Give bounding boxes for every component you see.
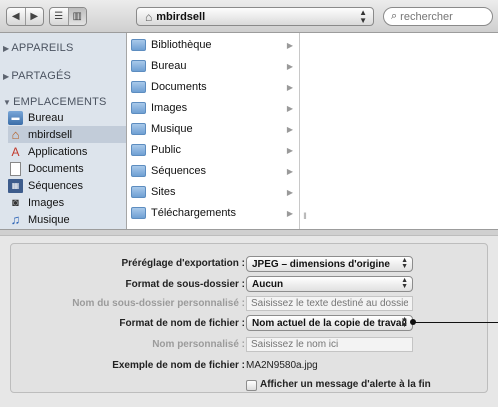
chevron-right-icon: ▶ <box>286 145 293 155</box>
column-resize-handle[interactable]: ‖ <box>300 211 310 225</box>
back-forward-control: ◀ ▶ <box>6 7 44 26</box>
alert-checkbox[interactable] <box>246 380 257 391</box>
custom-name-field[interactable] <box>246 337 413 352</box>
sidebar-item-images[interactable]: ◙ Images <box>8 194 126 211</box>
forward-arrow-icon: ▶ <box>30 11 39 22</box>
chevron-right-icon: ▶ <box>286 40 293 50</box>
folder-icon <box>131 81 146 93</box>
sidebar-item-bureau[interactable]: ▬ Bureau <box>8 109 126 126</box>
applications-icon: A <box>11 144 20 159</box>
chevron-right-icon: ▶ <box>286 124 293 134</box>
list-item-sites[interactable]: Sites ▶ <box>131 183 297 201</box>
sidebar-item-sequences[interactable]: ▦ Séquences <box>8 177 126 194</box>
search-icon: ⌕ <box>391 10 398 22</box>
sidebar-section-places[interactable]: ▼ EMPLACEMENTS <box>3 96 107 108</box>
back-button[interactable]: ◀ <box>7 8 26 25</box>
folder-icon <box>131 165 146 177</box>
list-item-sequences[interactable]: Séquences ▶ <box>131 162 297 180</box>
folder-icon <box>131 60 146 72</box>
list-view-button[interactable]: ☰ <box>50 8 69 25</box>
list-item-bureau[interactable]: Bureau ▶ <box>131 57 297 75</box>
folder-icon <box>131 39 146 51</box>
chevron-right-icon: ▶ <box>286 208 293 218</box>
subfolder-format-popup[interactable]: Aucun ▲ ▼ <box>246 276 413 292</box>
forward-button[interactable]: ▶ <box>26 8 44 25</box>
filename-format-popup[interactable]: Nom actuel de la copie de travail ▲ ▼ <box>246 315 413 331</box>
film-icon: ▦ <box>8 178 23 193</box>
desktop-icon: ▬ <box>8 110 23 125</box>
list-item-musique[interactable]: Musique ▶ <box>131 120 297 138</box>
export-preset-label: Préréglage d'exportation : <box>121 258 245 269</box>
music-note-icon: ♫ <box>10 212 21 227</box>
subfolder-format-label: Format de sous-dossier : <box>125 279 245 290</box>
camera-icon: ◙ <box>12 196 19 209</box>
popup-arrows-icon: ▲ ▼ <box>359 8 367 25</box>
folder-icon <box>131 186 146 198</box>
custom-subfolder-label: Nom du sous-dossier personnalisé : <box>72 298 245 309</box>
panel-divider[interactable] <box>0 229 498 236</box>
column-view-button[interactable]: ▥ <box>68 8 86 25</box>
search-field[interactable]: ⌕ <box>383 7 493 26</box>
home-icon: ⌂ <box>145 9 153 24</box>
browser-column-empty <box>300 33 498 229</box>
list-item-images[interactable]: Images ▶ <box>131 99 297 117</box>
path-label: mbirdsell <box>156 10 206 23</box>
popup-arrows-icon: ▲ ▼ <box>401 257 408 270</box>
alert-checkbox-label: Afficher un message d'alerte à la fin <box>260 379 431 390</box>
chevron-right-icon: ▶ <box>286 61 293 71</box>
chevron-right-icon: ▶ <box>286 187 293 197</box>
custom-name-label: Nom personnalisé : <box>152 339 245 350</box>
example-filename-label: Exemple de nom de fichier : <box>112 360 245 371</box>
sidebar-section-devices[interactable]: ▶ APPAREILS <box>3 42 73 54</box>
custom-subfolder-field[interactable] <box>246 296 413 311</box>
home-icon: ⌂ <box>11 127 20 142</box>
sidebar-item-documents[interactable]: Documents <box>8 160 126 177</box>
view-mode-control: ☰ ▥ <box>49 7 87 26</box>
chevron-right-icon: ▶ <box>286 82 293 92</box>
list-item-public[interactable]: Public ▶ <box>131 141 297 159</box>
list-item-bibliotheque[interactable]: Bibliothèque ▶ <box>131 36 297 54</box>
popup-arrows-icon: ▲ ▼ <box>401 316 408 329</box>
list-item-documents[interactable]: Documents ▶ <box>131 78 297 96</box>
export-preset-popup[interactable]: JPEG – dimensions d'origine ▲ ▼ <box>246 256 413 272</box>
sidebar-section-shared[interactable]: ▶ PARTAGÉS <box>3 70 71 82</box>
folder-icon <box>131 144 146 156</box>
popup-arrows-icon: ▲ ▼ <box>401 277 408 290</box>
sidebar-item-applications[interactable]: A Applications <box>8 143 126 160</box>
back-arrow-icon: ◀ <box>11 11 20 22</box>
sidebar-item-mbirdsell[interactable]: ⌂ mbirdsell <box>8 126 126 143</box>
callout-dot <box>410 319 416 325</box>
chevron-right-icon: ▶ <box>286 166 293 176</box>
browser-column-home: Bibliothèque ▶ Bureau ▶ Documents ▶ Imag… <box>127 33 300 229</box>
documents-icon <box>10 161 21 176</box>
filename-format-label: Format de nom de fichier : <box>119 318 245 329</box>
disclosure-triangle-icon: ▼ <box>3 98 12 107</box>
list-view-icon: ☰ <box>54 11 64 22</box>
folder-icon <box>131 207 146 219</box>
sidebar-item-musique[interactable]: ♫ Musique <box>8 211 126 228</box>
list-item-telechargements[interactable]: Téléchargements ▶ <box>131 204 297 222</box>
chevron-right-icon: ▶ <box>286 103 293 113</box>
path-popup[interactable]: ⌂ mbirdsell ▲ ▼ <box>136 7 374 26</box>
callout-line <box>413 322 498 323</box>
example-filename-value: MA2N9580a.jpg <box>246 360 318 371</box>
column-view-icon: ▥ <box>72 11 82 22</box>
search-input[interactable] <box>400 10 481 23</box>
folder-icon <box>131 102 146 114</box>
disclosure-triangle-icon: ▶ <box>3 44 10 53</box>
folder-icon <box>131 123 146 135</box>
disclosure-triangle-icon: ▶ <box>3 72 10 81</box>
